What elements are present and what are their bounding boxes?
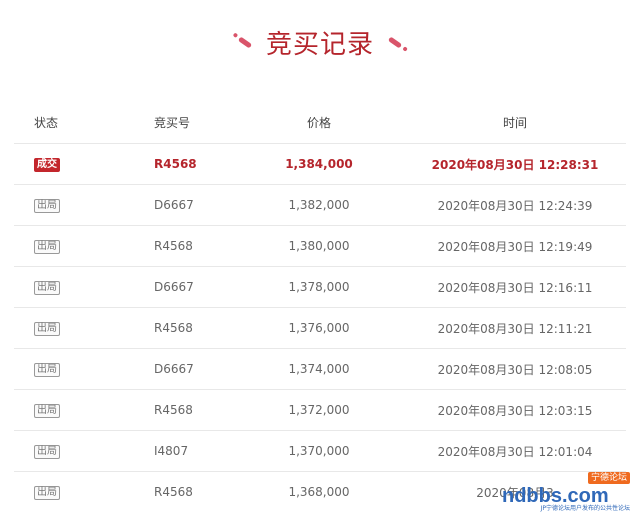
bid-price: 1,374,000 — [288, 362, 350, 376]
bid-code: R4568 — [154, 157, 197, 171]
bid-code: I4807 — [154, 444, 189, 458]
bid-time: 2020年08月30日 12:24:39 — [437, 198, 593, 213]
page-title: 竞买记录 — [265, 29, 374, 60]
bid-price: 1,382,000 — [288, 198, 350, 212]
bid-code: R4568 — [154, 403, 193, 417]
bid-price: 1,380,000 — [288, 239, 350, 253]
bid-code: R4568 — [154, 239, 193, 253]
status-badge: 出局 — [34, 240, 60, 254]
status-badge: 出局 — [34, 281, 60, 295]
header-code: 竞买号 — [154, 116, 191, 130]
bid-record-table: 状态 竞买号 价格 时间 成交 R4568 1,384,000 2020年08月… — [14, 102, 626, 512]
table-row: 出局 R4568 1,380,000 2020年08月30日 12:19:49 — [14, 225, 626, 266]
bid-code: D6667 — [154, 280, 194, 294]
bid-time: 2020年08月30日 12:01:04 — [437, 444, 593, 459]
table-header: 状态 竞买号 价格 时间 — [14, 102, 626, 143]
header-time: 时间 — [502, 116, 527, 130]
status-badge: 成交 — [34, 158, 60, 172]
right-decoration-icon — [387, 35, 403, 49]
status-badge: 出局 — [34, 486, 60, 500]
bid-time: 2020年08月30日 12:19:49 — [437, 239, 593, 254]
bid-code: D6667 — [154, 362, 194, 376]
bid-price: 1,376,000 — [288, 321, 350, 335]
bid-code: D6667 — [154, 198, 194, 212]
status-badge: 出局 — [34, 199, 60, 213]
status-badge: 出局 — [34, 363, 60, 377]
bid-price: 1,370,000 — [288, 444, 350, 458]
title-bar: 竞买记录 — [0, 22, 640, 62]
bid-price: 1,384,000 — [285, 157, 353, 171]
bid-price: 1,368,000 — [288, 485, 350, 499]
table-row: 出局 D6667 1,374,000 2020年08月30日 12:08:05 — [14, 348, 626, 389]
table-row: 出局 I4807 1,370,000 2020年08月30日 12:01:04 — [14, 430, 626, 471]
bid-time: 2020年08月30日 12:11:21 — [437, 321, 593, 336]
header-status: 状态 — [34, 116, 59, 130]
status-badge: 出局 — [34, 404, 60, 418]
table-row: 出局 D6667 1,378,000 2020年08月30日 12:16:11 — [14, 266, 626, 307]
status-badge: 出局 — [34, 322, 60, 336]
header-price: 价格 — [306, 116, 331, 130]
site-watermark: 宁德论坛 ndbbs.com JP宁德论坛用户发布的公共性论坛 — [502, 472, 630, 512]
bid-time: 2020年08月30日 12:16:11 — [437, 280, 593, 295]
bid-price: 1,372,000 — [288, 403, 350, 417]
bid-code: R4568 — [154, 485, 193, 499]
bid-time: 2020年08月30日 12:08:05 — [437, 362, 593, 377]
table-row: 出局 D6667 1,382,000 2020年08月30日 12:24:39 — [14, 184, 626, 225]
table-row: 出局 R4568 1,376,000 2020年08月30日 12:11:21 — [14, 307, 626, 348]
table-row: 成交 R4568 1,384,000 2020年08月30日 12:28:31 — [14, 143, 626, 184]
left-decoration-icon — [237, 35, 253, 49]
bid-time: 2020年08月30日 12:28:31 — [431, 157, 599, 172]
status-badge: 出局 — [34, 445, 60, 459]
table-row: 出局 R4568 1,372,000 2020年08月30日 12:03:15 — [14, 389, 626, 430]
bid-price: 1,378,000 — [288, 280, 350, 294]
watermark-subtext: JP宁德论坛用户发布的公共性论坛 — [540, 505, 630, 512]
bid-time: 2020年08月30日 12:03:15 — [437, 403, 593, 418]
bid-code: R4568 — [154, 321, 193, 335]
watermark-tag: 宁德论坛 — [587, 472, 630, 484]
